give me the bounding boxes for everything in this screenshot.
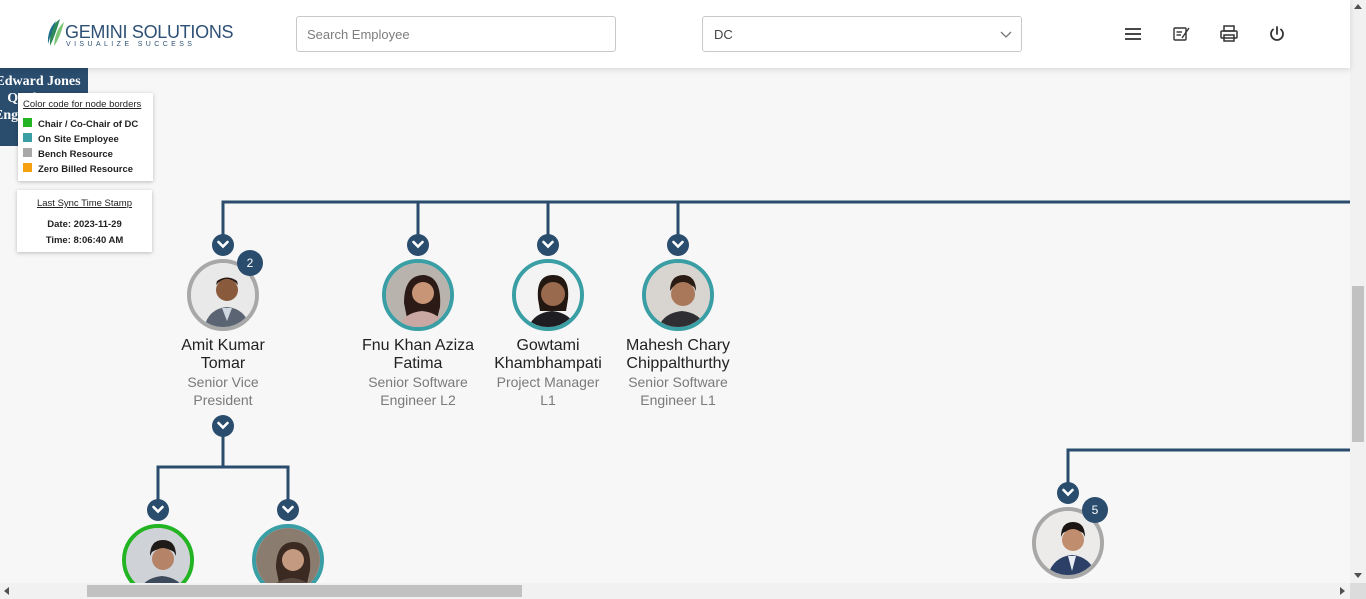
legend-swatch <box>23 133 32 142</box>
search-input[interactable] <box>297 17 615 51</box>
employee-designation-line1: Project Manager <box>496 374 600 390</box>
scrollbar-corner <box>1350 583 1366 599</box>
expand-button[interactable] <box>407 234 429 256</box>
chevron-down-icon <box>672 240 684 249</box>
print-icon[interactable] <box>1219 24 1239 44</box>
legend-item-label: Chair / Co-Chair of DC <box>38 119 139 130</box>
legend-item: On Site Employee <box>23 132 153 147</box>
scroll-left-arrow-icon[interactable] <box>4 587 9 595</box>
chevron-down-icon <box>1000 31 1012 38</box>
employee-designation: Senior Vice President <box>158 373 288 409</box>
employee-designation-line1: Senior Software <box>368 374 468 390</box>
sync-title: Last Sync Time Stamp <box>36 198 133 209</box>
dc-selected-value: DC <box>714 27 733 42</box>
employee-designation-line1: Senior Software <box>628 374 728 390</box>
chevron-down-icon <box>412 240 424 249</box>
legend-swatch <box>23 163 32 172</box>
chevron-down-icon <box>542 240 554 249</box>
chevron-down-icon <box>282 505 294 514</box>
employee-name[interactable]: Fnu Khan Aziza Fatima <box>353 337 483 373</box>
top-header: GEMINI SOLUTIONS VISUALIZE SUCCESS DC <box>0 0 1350 68</box>
org-chart: 2 Amit Kumar Tomar Senior Vice President F… <box>0 0 1350 596</box>
legend-item: Zero Billed Resource <box>23 162 153 177</box>
sync-time: Time: 8:06:40 AM <box>45 235 124 246</box>
expand-button[interactable] <box>212 234 234 256</box>
root-node-line3: Eng <box>0 108 19 123</box>
scroll-up-arrow-icon[interactable] <box>1354 4 1362 9</box>
chevron-down-icon <box>1062 488 1074 497</box>
employee-designation: Senior Software Engineer L2 <box>353 373 483 409</box>
employee-name[interactable]: Mahesh Chary Chippalthurthy <box>613 337 743 373</box>
expand-button[interactable] <box>667 234 689 256</box>
employee-designation-line1: Senior Vice <box>187 374 259 390</box>
employee-name-line1: Fnu Khan Aziza <box>361 337 475 354</box>
employee-designation-line2: President <box>193 392 253 408</box>
expand-button[interactable] <box>147 499 169 521</box>
direct-reports-count-badge: 5 <box>1082 497 1108 523</box>
chevron-down-icon <box>152 505 164 514</box>
employee-name-line1: Gowtami <box>516 337 580 354</box>
power-icon[interactable] <box>1267 24 1287 44</box>
legend-item-label: Bench Resource <box>38 149 113 160</box>
chevron-down-icon <box>217 240 229 249</box>
border-color-legend: Color code for node borders Chair / Co-C… <box>18 93 153 181</box>
sync-date: Date: 2023-11-29 <box>47 219 122 230</box>
horizontal-scrollbar[interactable] <box>0 583 1350 599</box>
legend-title: Color code for node borders <box>23 99 142 110</box>
root-node-name: Edward Jones <box>0 74 81 89</box>
logo-tagline: VISUALIZE SUCCESS <box>66 41 196 48</box>
employee-designation: Senior Software Engineer L1 <box>613 373 743 409</box>
employee-designation-line2: Engineer L1 <box>640 392 716 408</box>
employee-avatar[interactable] <box>642 259 714 331</box>
scroll-right-arrow-icon[interactable] <box>1340 587 1345 595</box>
employee-name[interactable]: Amit Kumar Tomar <box>158 337 288 373</box>
employee-name-line2: Tomar <box>200 355 246 372</box>
notes-icon[interactable] <box>1171 24 1191 44</box>
vertical-scrollbar[interactable] <box>1350 0 1366 583</box>
direct-reports-count-badge: 2 <box>237 250 263 276</box>
expand-children-button[interactable] <box>212 415 234 437</box>
company-logo[interactable]: GEMINI SOLUTIONS VISUALIZE SUCCESS <box>46 16 234 52</box>
employee-search[interactable] <box>296 16 616 52</box>
legend-item-label: On Site Employee <box>38 134 119 145</box>
employee-name-line2: Chippalthurthy <box>626 355 730 372</box>
logo-text: GEMINI SOLUTIONS <box>65 22 234 42</box>
legend-item: Bench Resource <box>23 147 153 162</box>
expand-button[interactable] <box>1057 482 1079 504</box>
vertical-scroll-thumb[interactable] <box>1352 286 1364 442</box>
legend-swatch <box>23 118 32 127</box>
employee-designation-line2: Engineer L2 <box>380 392 456 408</box>
expand-button[interactable] <box>277 499 299 521</box>
employee-avatar[interactable] <box>512 259 584 331</box>
legend-swatch <box>23 148 32 157</box>
employee-designation-line2: L1 <box>540 392 556 408</box>
employee-name[interactable]: Gowtami Khambhampati <box>483 337 613 373</box>
legend-item-label: Zero Billed Resource <box>38 164 134 175</box>
leaf-logo-icon <box>47 19 64 46</box>
legend-item: Chair / Co-Chair of DC <box>23 117 153 132</box>
scroll-down-arrow-icon[interactable] <box>1354 573 1362 578</box>
employee-name-line1: Mahesh Chary <box>625 337 731 354</box>
employee-avatar[interactable] <box>382 259 454 331</box>
employee-name-line1: Amit Kumar <box>181 337 265 354</box>
expand-button[interactable] <box>537 234 559 256</box>
menu-icon[interactable] <box>1123 24 1143 44</box>
sync-timestamp-card: Last Sync Time Stamp Date: 2023-11-29 Ti… <box>17 190 152 252</box>
chevron-down-icon <box>217 421 229 430</box>
horizontal-scroll-thumb[interactable] <box>87 585 522 597</box>
employee-name-line2: Fatima <box>393 355 443 372</box>
employee-name-line2: Khambhampati <box>494 355 602 372</box>
dc-dropdown[interactable]: DC <box>702 16 1022 52</box>
employee-designation: Project Manager L1 <box>483 373 613 409</box>
